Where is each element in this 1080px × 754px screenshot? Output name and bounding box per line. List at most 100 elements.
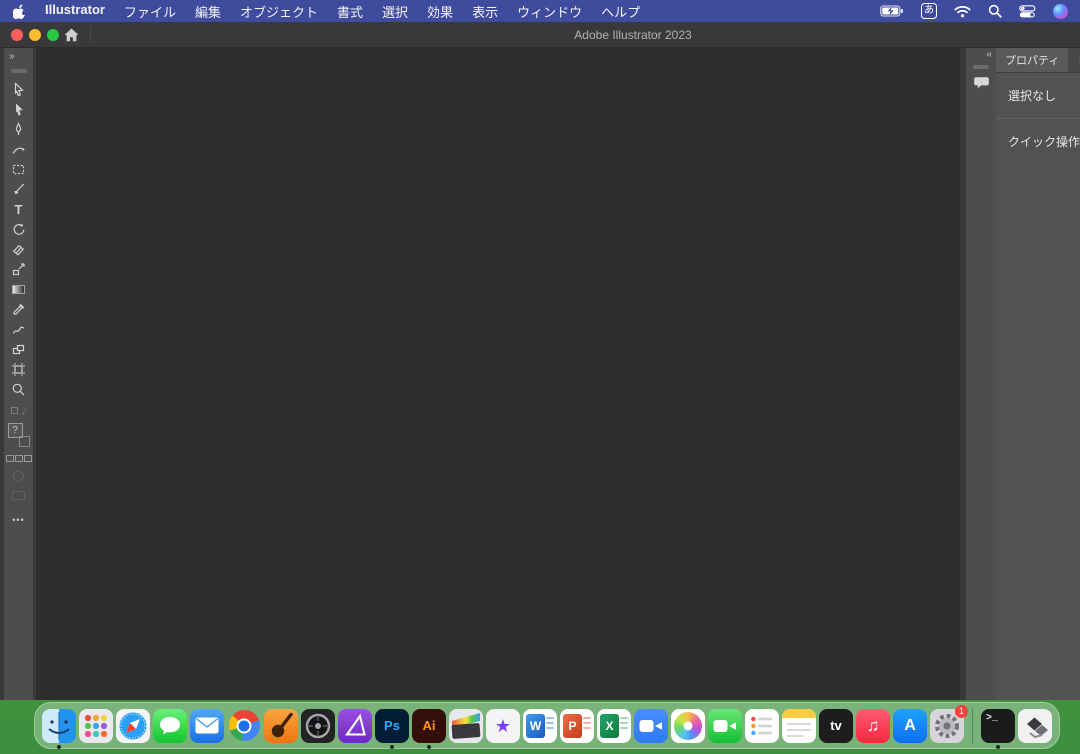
scale-tool[interactable] bbox=[4, 259, 33, 279]
edit-toolbar-button[interactable]: ••• bbox=[12, 515, 24, 525]
window-title: Adobe Illustrator 2023 bbox=[574, 28, 691, 42]
expand-panels-chevrons[interactable]: « bbox=[986, 48, 996, 60]
comment-panel-icon[interactable] bbox=[973, 75, 990, 95]
dock-excel-icon[interactable]: X bbox=[597, 709, 631, 743]
wifi-icon[interactable] bbox=[954, 0, 971, 22]
dock-logic-pro-icon[interactable] bbox=[301, 709, 335, 743]
dock-imovie-icon[interactable]: ★ bbox=[486, 709, 520, 743]
menu-bar: Illustratorファイル編集オブジェクト書式選択効果表示ウィンドウヘルプ … bbox=[0, 0, 1080, 22]
shaper-tool[interactable] bbox=[4, 319, 33, 339]
tools-list: T bbox=[4, 79, 33, 399]
dock-finder-icon[interactable] bbox=[42, 709, 76, 743]
menu-item-9[interactable]: ヘルプ bbox=[601, 2, 640, 21]
eyedropper-tool[interactable] bbox=[4, 299, 33, 319]
dock-zoom-icon[interactable] bbox=[634, 709, 668, 743]
fill-stroke-indicator[interactable]: ? bbox=[8, 423, 30, 447]
menu-item-2[interactable]: 編集 bbox=[195, 2, 221, 21]
battery-charging-icon[interactable] bbox=[880, 0, 904, 22]
paintbrush-tool[interactable] bbox=[4, 179, 33, 199]
running-indicator bbox=[996, 745, 1000, 749]
close-window-button[interactable] bbox=[11, 29, 23, 41]
direct-selection-tool[interactable] bbox=[4, 99, 33, 119]
selection-status: 選択なし bbox=[996, 73, 1080, 104]
eraser-tool[interactable] bbox=[4, 239, 33, 259]
running-indicator bbox=[57, 745, 61, 749]
panel-tabs: プロパティ レイヤー bbox=[996, 48, 1080, 73]
dock-notes-icon[interactable] bbox=[782, 709, 816, 743]
dock-messages-icon[interactable] bbox=[153, 709, 187, 743]
dock-illustrator-icon[interactable]: Ai bbox=[412, 709, 446, 743]
dock: PsAi★WPXtv♫A1>_ bbox=[34, 702, 1060, 749]
color-mode-icon[interactable] bbox=[13, 471, 24, 482]
dock-affinity-photo-icon[interactable] bbox=[338, 709, 372, 743]
selection-tool[interactable] bbox=[4, 79, 33, 99]
spotlight-search-icon[interactable] bbox=[988, 0, 1002, 22]
tools-panel: » T ⤸ ? ••• bbox=[4, 48, 33, 700]
dock-garageband-icon[interactable] bbox=[264, 709, 298, 743]
dock-apple-tv-icon[interactable]: tv bbox=[819, 709, 853, 743]
window-title-bar: Adobe Illustrator 2023 bbox=[0, 22, 1080, 48]
rail-drag-handle[interactable] bbox=[973, 65, 989, 69]
symbols-tool[interactable] bbox=[4, 339, 33, 359]
zoom-window-button[interactable] bbox=[47, 29, 59, 41]
rectangle-tool[interactable] bbox=[4, 159, 33, 179]
dock-mail-icon[interactable] bbox=[190, 709, 224, 743]
tools-drag-handle[interactable] bbox=[11, 69, 27, 73]
home-icon[interactable] bbox=[63, 27, 80, 48]
siri-icon[interactable] bbox=[1053, 0, 1068, 22]
dock-final-cut-pro-icon[interactable] bbox=[449, 709, 483, 743]
menu-item-5[interactable]: 選択 bbox=[382, 2, 408, 21]
tab-properties[interactable]: プロパティ bbox=[996, 48, 1068, 72]
dock-music-icon[interactable]: ♫ bbox=[856, 709, 890, 743]
curvature-tool[interactable] bbox=[4, 139, 33, 159]
input-source-icon[interactable]: あ bbox=[921, 0, 937, 22]
menu-items: Illustrator ファイル編集オブジェクト書式選択効果表示ウィンドウヘルプ bbox=[45, 2, 640, 21]
dock-photos-icon[interactable] bbox=[671, 709, 705, 743]
dock-photoshop-icon[interactable]: Ps bbox=[375, 709, 409, 743]
fill-stroke-swap-icon[interactable]: ⤸ bbox=[11, 407, 27, 414]
menu-item-3[interactable]: オブジェクト bbox=[240, 2, 318, 21]
menu-item-7[interactable]: 表示 bbox=[472, 2, 498, 21]
notification-badge: 1 bbox=[955, 705, 968, 718]
dock-chess-icon[interactable] bbox=[1018, 709, 1052, 743]
menu-item-6[interactable]: 効果 bbox=[427, 2, 453, 21]
dock-reminders-icon[interactable] bbox=[745, 709, 779, 743]
drawing-modes-icon[interactable] bbox=[6, 455, 32, 462]
gradient-tool[interactable] bbox=[4, 279, 33, 299]
dock-safari-icon[interactable] bbox=[116, 709, 150, 743]
dock-word-icon[interactable]: W bbox=[523, 709, 557, 743]
artboard-tool[interactable] bbox=[4, 359, 33, 379]
dock-separator bbox=[972, 708, 973, 744]
control-center-icon[interactable] bbox=[1019, 0, 1036, 22]
minimize-window-button[interactable] bbox=[29, 29, 41, 41]
zoom-tool[interactable] bbox=[4, 379, 33, 399]
dock-app-store-icon[interactable]: A bbox=[893, 709, 927, 743]
rotate-tool[interactable] bbox=[4, 219, 33, 239]
dock-facetime-icon[interactable] bbox=[708, 709, 742, 743]
menu-item-8[interactable]: ウィンドウ bbox=[517, 2, 582, 21]
running-indicator bbox=[390, 745, 394, 749]
collapsed-panel-rail: « bbox=[966, 48, 996, 700]
dock-terminal-icon[interactable]: >_ bbox=[981, 709, 1015, 743]
illustrator-app-body: » T ⤸ ? ••• « bbox=[0, 48, 1080, 700]
dock-system-settings-icon[interactable]: 1 bbox=[930, 709, 964, 743]
properties-panel: プロパティ レイヤー 選択なし クイック操作 bbox=[996, 48, 1080, 700]
pen-tool[interactable] bbox=[4, 119, 33, 139]
tab-layers[interactable]: レイヤー bbox=[1068, 48, 1080, 72]
quick-actions-label: クイック操作 bbox=[996, 119, 1080, 150]
menu-item-1[interactable]: ファイル bbox=[124, 2, 176, 21]
expand-tools-chevrons[interactable]: » bbox=[4, 48, 14, 62]
title-bar-divider bbox=[90, 26, 91, 43]
menu-item-illustrator[interactable]: Illustrator bbox=[45, 2, 105, 21]
document-canvas[interactable] bbox=[36, 48, 960, 700]
running-indicator bbox=[427, 745, 431, 749]
dock-chrome-icon[interactable] bbox=[227, 709, 261, 743]
dock-powerpoint-icon[interactable]: P bbox=[560, 709, 594, 743]
menu-item-4[interactable]: 書式 bbox=[337, 2, 363, 21]
desktop: Illustratorファイル編集オブジェクト書式選択効果表示ウィンドウヘルプ … bbox=[0, 0, 1080, 754]
dock-launchpad-icon[interactable] bbox=[79, 709, 113, 743]
type-tool[interactable]: T bbox=[4, 199, 33, 219]
toolbar-extras: ⤸ ? ••• bbox=[6, 399, 32, 525]
screen-mode-icon[interactable] bbox=[12, 491, 25, 500]
apple-menu-icon[interactable] bbox=[13, 0, 26, 22]
